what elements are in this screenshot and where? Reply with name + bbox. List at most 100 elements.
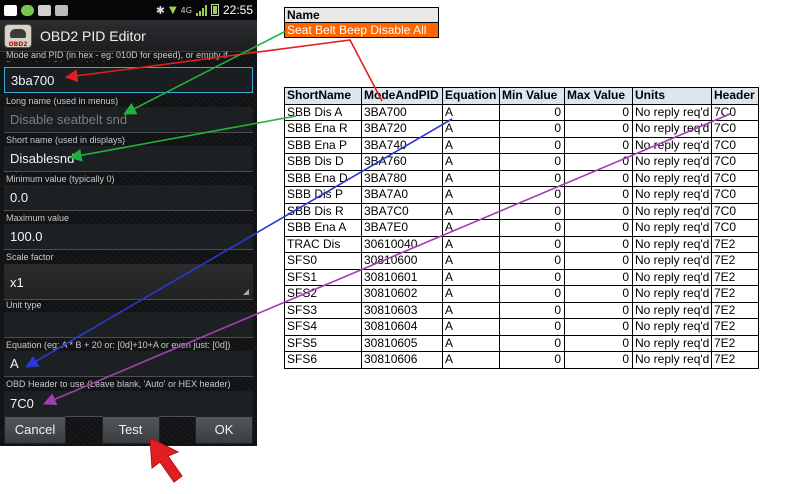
table-cell: SBB Ena P bbox=[284, 136, 362, 154]
table-cell: 0 bbox=[499, 318, 565, 336]
table-cell: No reply req'd bbox=[632, 334, 712, 352]
table-cell: 3BA7C0 bbox=[361, 202, 443, 220]
table-cell: 7E2 bbox=[711, 301, 759, 319]
table-cell: 0 bbox=[564, 186, 633, 204]
wifi-icon: ▼ bbox=[168, 4, 177, 16]
table-cell: No reply req'd bbox=[632, 252, 712, 270]
status-bar: ✱ ▼ 4G 22:55 bbox=[0, 0, 257, 20]
table-cell: 0 bbox=[499, 252, 565, 270]
table-cell: A bbox=[442, 235, 500, 253]
table-cell: SFS2 bbox=[284, 285, 362, 303]
column-header: Min Value bbox=[499, 87, 565, 105]
table-cell: No reply req'd bbox=[632, 301, 712, 319]
table-cell: 0 bbox=[564, 318, 633, 336]
scale-factor-hint: Scale factor bbox=[6, 252, 54, 262]
table-cell: SBB Dis A bbox=[284, 103, 362, 121]
table-cell: 0 bbox=[499, 103, 565, 121]
header-hint: OBD Header to use (Leave blank, 'Auto' o… bbox=[6, 379, 231, 389]
table-cell: 0 bbox=[499, 268, 565, 286]
table-cell: SFS5 bbox=[284, 334, 362, 352]
status-clock: 22:55 bbox=[222, 3, 253, 17]
header-field[interactable]: 7C0 bbox=[4, 391, 253, 417]
table-cell: 7E2 bbox=[711, 235, 759, 253]
table-cell: 7E2 bbox=[711, 252, 759, 270]
column-header: Equation bbox=[442, 87, 500, 105]
table-cell: SBB Dis P bbox=[284, 186, 362, 204]
table-cell: A bbox=[442, 351, 500, 369]
table-cell: 0 bbox=[499, 153, 565, 171]
table-cell: 7C0 bbox=[711, 120, 759, 138]
table-cell: SBB Ena D bbox=[284, 169, 362, 187]
scale-factor-select[interactable]: x1 bbox=[4, 264, 253, 300]
table-cell: 0 bbox=[499, 136, 565, 154]
table-cell: A bbox=[442, 202, 500, 220]
table-cell: A bbox=[442, 153, 500, 171]
mode-pid-field[interactable]: 3ba700 bbox=[4, 67, 253, 93]
cancel-button[interactable]: Cancel bbox=[4, 416, 66, 444]
table-cell: 3BA720 bbox=[361, 120, 443, 138]
table-cell: A bbox=[442, 301, 500, 319]
table-cell: No reply req'd bbox=[632, 235, 712, 253]
bluetooth-icon: ✱ bbox=[155, 3, 165, 17]
table-cell: No reply req'd bbox=[632, 186, 712, 204]
table-cell: A bbox=[442, 120, 500, 138]
max-value-hint: Maximum value bbox=[6, 213, 70, 223]
table-cell: 0 bbox=[499, 351, 565, 369]
table-cell: SFS4 bbox=[284, 318, 362, 336]
dropdown-icon bbox=[243, 289, 249, 295]
column-header: Header bbox=[711, 87, 759, 105]
table-cell: 3BA740 bbox=[361, 136, 443, 154]
table-cell: No reply req'd bbox=[632, 219, 712, 237]
table-cell: 0 bbox=[564, 103, 633, 121]
table-cell: 0 bbox=[499, 202, 565, 220]
short-name-hint: Short name (used in displays) bbox=[6, 135, 126, 145]
table-cell: 0 bbox=[499, 334, 565, 352]
table-cell: A bbox=[442, 169, 500, 187]
name-value-cell: Seat Belt Beep Disable All bbox=[284, 22, 439, 38]
test-button[interactable]: Test bbox=[101, 416, 160, 444]
unit-type-field[interactable] bbox=[4, 312, 253, 338]
table-cell: 7E2 bbox=[711, 334, 759, 352]
table-cell: A bbox=[442, 268, 500, 286]
table-cell: SFS0 bbox=[284, 252, 362, 270]
ok-button[interactable]: OK bbox=[195, 416, 253, 444]
table-cell: 0 bbox=[499, 285, 565, 303]
table-cell: 0 bbox=[564, 301, 633, 319]
table-cell: SBB Ena R bbox=[284, 120, 362, 138]
table-cell: No reply req'd bbox=[632, 136, 712, 154]
long-name-field[interactable]: Disable seatbelt snd bbox=[4, 107, 253, 133]
table-cell: 30610040 bbox=[361, 235, 443, 253]
table-cell: 0 bbox=[564, 252, 633, 270]
table-cell: SFS6 bbox=[284, 351, 362, 369]
table-cell: 3BA780 bbox=[361, 169, 443, 187]
table-cell: 0 bbox=[564, 268, 633, 286]
table-cell: 0 bbox=[564, 235, 633, 253]
table-cell: A bbox=[442, 334, 500, 352]
equation-hint: Equation (eg: A * B + 20 or: [0d]+10+A o… bbox=[6, 340, 231, 350]
table-cell: 7C0 bbox=[711, 103, 759, 121]
table-cell: 30810603 bbox=[361, 301, 443, 319]
min-value-field[interactable]: 0.0 bbox=[4, 185, 253, 211]
table-cell: 7E2 bbox=[711, 268, 759, 286]
phone-screen: ✱ ▼ 4G 22:55 OBD2 OBD2 PID Editor Mode a… bbox=[0, 0, 257, 446]
max-value-field[interactable]: 100.0 bbox=[4, 224, 253, 250]
table-cell: No reply req'd bbox=[632, 318, 712, 336]
table-cell: No reply req'd bbox=[632, 285, 712, 303]
table-cell: 0 bbox=[564, 120, 633, 138]
table-cell: 7C0 bbox=[711, 202, 759, 220]
table-cell: 0 bbox=[499, 169, 565, 187]
short-name-field[interactable]: Disablesnd bbox=[4, 146, 253, 172]
table-cell: A bbox=[442, 318, 500, 336]
table-cell: 30810606 bbox=[361, 351, 443, 369]
table-cell: 0 bbox=[499, 235, 565, 253]
table-cell: 30810600 bbox=[361, 252, 443, 270]
table-cell: No reply req'd bbox=[632, 268, 712, 286]
column-header: ShortName bbox=[284, 87, 362, 105]
signal-icon bbox=[195, 4, 207, 16]
long-name-hint: Long name (used in menus) bbox=[6, 96, 119, 106]
table-cell: A bbox=[442, 103, 500, 121]
table-cell: 7C0 bbox=[711, 136, 759, 154]
battery-icon bbox=[210, 4, 219, 16]
app-bar: OBD2 OBD2 PID Editor bbox=[0, 20, 257, 52]
equation-field[interactable]: A bbox=[4, 351, 253, 377]
